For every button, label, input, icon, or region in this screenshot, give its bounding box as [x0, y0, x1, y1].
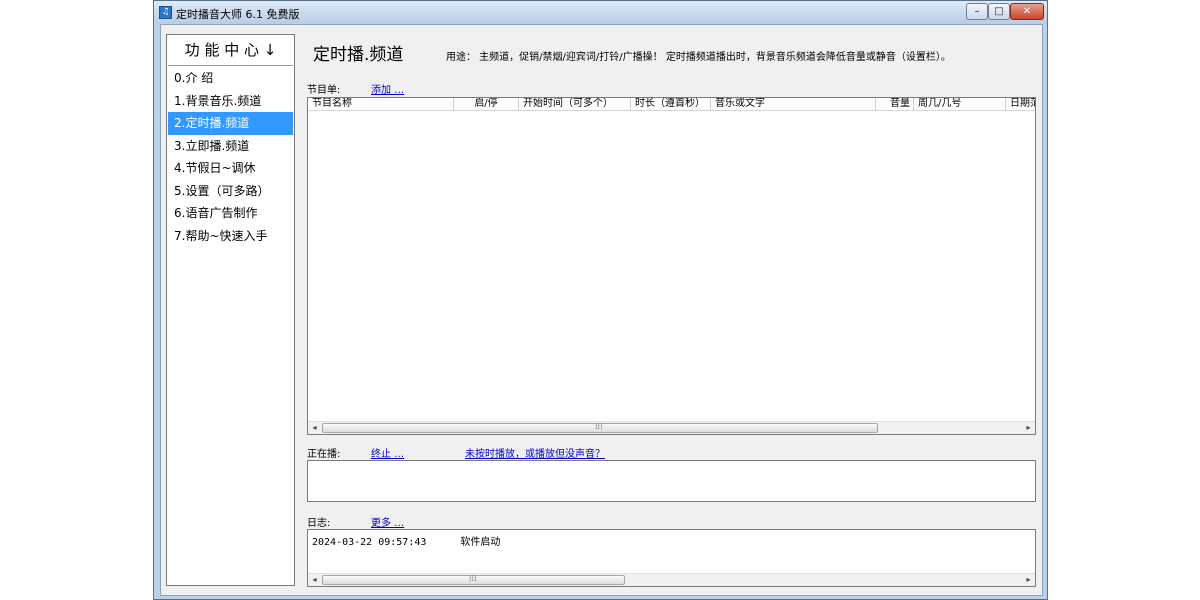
sidebar-item-background-music[interactable]: 1.背景音乐.频道	[168, 90, 293, 113]
sidebar-item-holidays[interactable]: 4.节假日~调休	[168, 157, 293, 180]
column-header-enabled[interactable]: 启/停	[454, 98, 519, 111]
log-entry: 2024-03-22 09:57:43 软件启动	[312, 533, 500, 548]
log-entry-message: 软件启动	[460, 537, 501, 548]
column-header-music-or-text[interactable]: 音乐或文字	[711, 98, 876, 111]
sidebar-list: 0.介 绍 1.背景音乐.频道 2.定时播.频道 3.立即播.频道 4.节假日~…	[168, 67, 293, 247]
scroll-left-arrow-icon[interactable]: ◂	[308, 422, 321, 434]
column-header-name[interactable]: 节目名称	[308, 98, 454, 111]
log-box[interactable]: 2024-03-22 09:57:43 软件启动 ◂ ⁞⁞⁞ ▸	[307, 529, 1036, 587]
minimize-button[interactable]: –	[966, 3, 988, 20]
log-scroll-thumb[interactable]: ⁞⁞⁞	[322, 574, 625, 585]
column-header-volume[interactable]: 音量	[876, 98, 914, 111]
app-window: ♫ 定时播音大师 6.1 免费版 – □ ✕ 功 能 中 心 ↓ 0.介 绍 1…	[153, 0, 1048, 600]
sidebar-item-voice-ad[interactable]: 6.语音广告制作	[168, 202, 293, 225]
scroll-right-arrow-icon[interactable]: ▸	[1022, 422, 1035, 434]
more-log-link[interactable]: 更多 …	[371, 514, 404, 529]
scroll-thumb[interactable]: ⁞⁞⁞	[322, 422, 878, 433]
log-scroll-right-arrow-icon[interactable]: ▸	[1022, 574, 1035, 586]
sidebar-item-help[interactable]: 7.帮助~快速入手	[168, 225, 293, 248]
program-table-header: 节目名称 启/停 开始时间（可多个） 时长（遵首秒） 音乐或文字 音量 周几/几…	[308, 98, 1035, 111]
column-header-weekday[interactable]: 周几/几号	[914, 98, 1006, 111]
sidebar-item-scheduled-play[interactable]: 2.定时播.频道	[168, 112, 293, 135]
troubleshoot-link[interactable]: 未按时播放，或播放但没声音？	[465, 445, 605, 460]
add-program-link[interactable]: 添加 …	[371, 81, 404, 96]
log-entry-time: 2024-03-22 09:57:43	[312, 537, 427, 548]
page-title: 定时播.频道	[313, 45, 404, 65]
column-header-start-time[interactable]: 开始时间（可多个）	[519, 98, 631, 111]
now-playing-box	[307, 460, 1036, 502]
window-title: 定时播音大师 6.1 免费版	[176, 8, 300, 21]
program-horizontal-scrollbar[interactable]: ◂ ⁞⁞⁞ ▸	[308, 421, 1035, 434]
program-table[interactable]: 节目名称 启/停 开始时间（可多个） 时长（遵首秒） 音乐或文字 音量 周几/几…	[307, 97, 1036, 435]
log-scroll-grip-icon: ⁞⁞⁞	[469, 574, 477, 583]
log-scroll-left-arrow-icon[interactable]: ◂	[308, 574, 321, 586]
column-header-duration[interactable]: 时长（遵首秒）	[631, 98, 711, 111]
sidebar-item-instant-play[interactable]: 3.立即播.频道	[168, 135, 293, 158]
client-area: 功 能 中 心 ↓ 0.介 绍 1.背景音乐.频道 2.定时播.频道 3.立即播…	[160, 24, 1043, 596]
usage-description: 用途： 主频道，促销/禁烟/迎宾词/打铃/广播操！ 定时播频道播出时，背景音乐频…	[446, 52, 951, 63]
now-playing-label: 正在播:	[307, 449, 341, 460]
stop-playing-link[interactable]: 终止 …	[371, 445, 404, 460]
app-icon: ♫	[159, 6, 172, 19]
title-bar[interactable]: ♫ 定时播音大师 6.1 免费版 – □ ✕	[154, 1, 1047, 24]
column-header-date-range[interactable]: 日期范	[1006, 98, 1035, 111]
close-button[interactable]: ✕	[1010, 3, 1044, 20]
sidebar-item-intro[interactable]: 0.介 绍	[168, 67, 293, 90]
log-label: 日志:	[307, 518, 331, 529]
sidebar-header[interactable]: 功 能 中 心 ↓	[168, 36, 293, 66]
function-sidebar: 功 能 中 心 ↓ 0.介 绍 1.背景音乐.频道 2.定时播.频道 3.立即播…	[166, 34, 295, 586]
maximize-button[interactable]: □	[988, 3, 1010, 20]
program-list-label: 节目单:	[307, 85, 341, 96]
sidebar-item-settings[interactable]: 5.设置（可多路）	[168, 180, 293, 203]
scroll-grip-icon: ⁞⁞⁞	[595, 422, 603, 431]
log-horizontal-scrollbar[interactable]: ◂ ⁞⁞⁞ ▸	[308, 573, 1035, 586]
